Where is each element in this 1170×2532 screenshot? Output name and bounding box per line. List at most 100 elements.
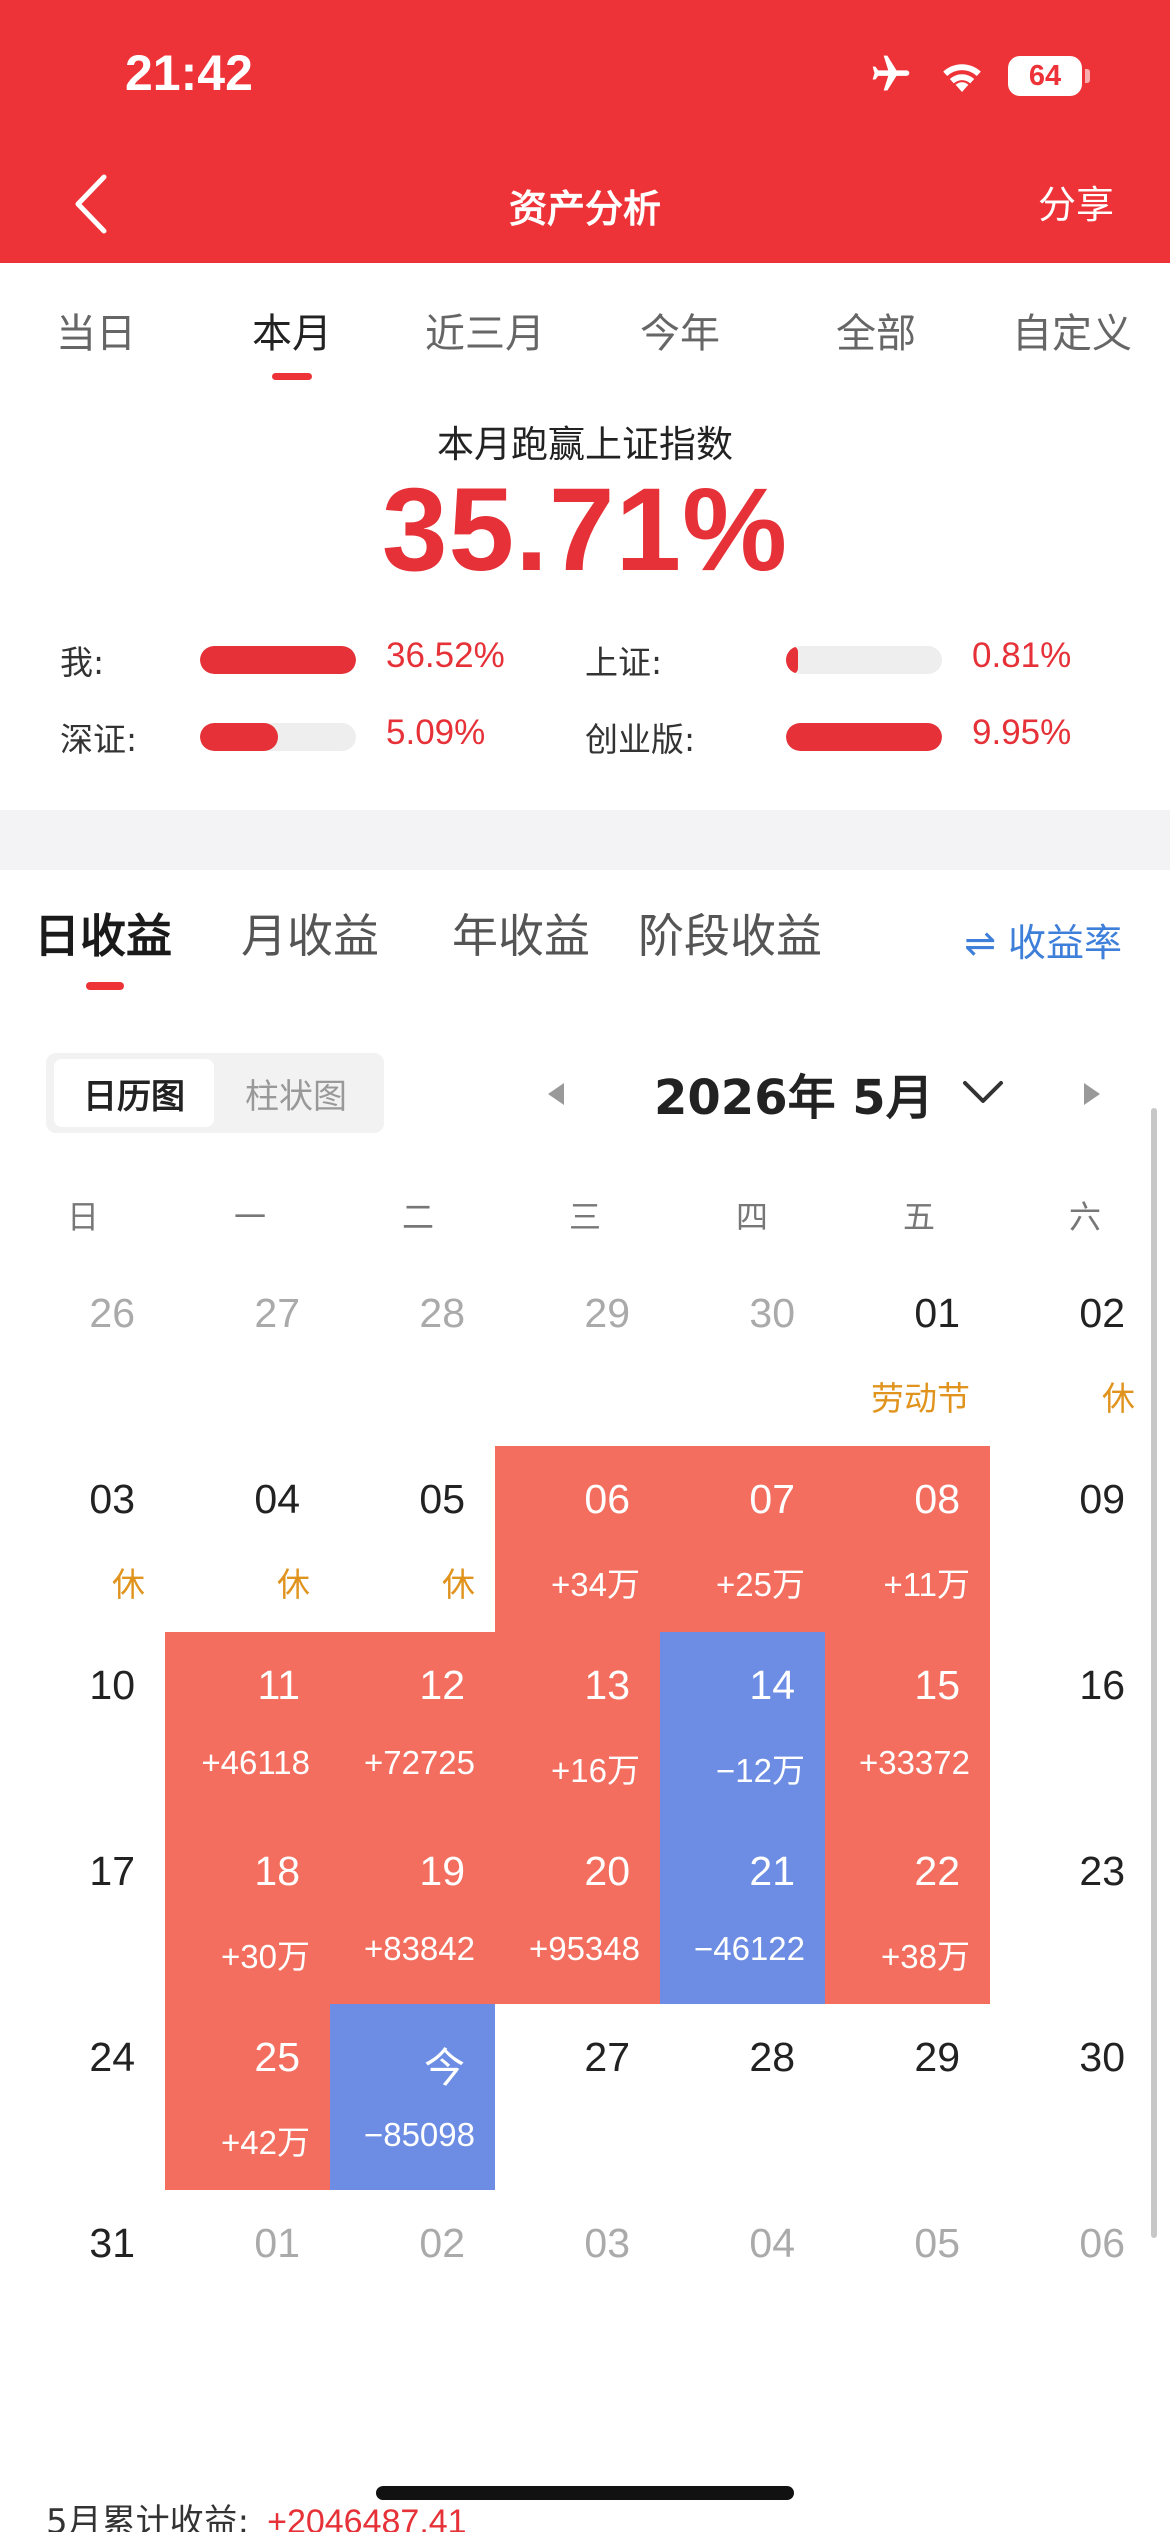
comparison-bar-me — [200, 646, 356, 674]
tab-all[interactable]: 全部 — [836, 301, 916, 359]
calendar-day-number: 14 — [749, 1662, 795, 1708]
calendar-day-cell[interactable]: 02 休 — [990, 1260, 1155, 1446]
calendar-view-button[interactable]: 日历图 — [54, 1059, 214, 1127]
calendar-day-number: 04 — [749, 2220, 795, 2266]
calendar-day-cell[interactable]: 30 — [990, 2004, 1155, 2190]
calendar-day-cell[interactable]: 27 — [165, 1260, 330, 1446]
calendar-day-profit: +30万 — [221, 1938, 310, 1975]
calendar-day-profit: +25万 — [716, 1566, 805, 1603]
home-indicator — [376, 2486, 794, 2500]
tab-today[interactable]: 当日 — [56, 301, 136, 359]
calendar-day-cell[interactable]: 26 — [0, 1260, 165, 1446]
calendar-day-cell[interactable]: 07 +25万 — [660, 1446, 825, 1632]
calendar-day-cell[interactable]: 11 +46118 — [165, 1632, 330, 1818]
back-button[interactable] — [60, 166, 120, 241]
calendar-holiday-label: 休 — [112, 1566, 145, 1603]
battery-icon: 64 — [1008, 56, 1090, 96]
calendar-day-cell[interactable]: 今 −85098 — [330, 2004, 495, 2190]
calendar-day-number: 13 — [584, 1662, 630, 1708]
calendar-day-cell[interactable]: 27 — [495, 2004, 660, 2190]
comparison-value: 0.81% — [972, 636, 1072, 675]
comparison-value: 5.09% — [386, 713, 486, 752]
calendar-day-cell[interactable]: 28 — [330, 1260, 495, 1446]
calendar-day-number: 03 — [89, 1476, 135, 1522]
calendar-day-cell[interactable]: 22 +38万 — [825, 1818, 990, 2004]
calendar-day-cell[interactable]: 28 — [660, 2004, 825, 2190]
profit-tab-indicator — [86, 982, 124, 990]
calendar-day-cell[interactable]: 09 — [990, 1446, 1155, 1632]
tab-this-year[interactable]: 今年 — [640, 301, 720, 359]
calendar-day-cell[interactable]: 23 — [990, 1818, 1155, 2004]
tab-daily-profit[interactable]: 日收益 — [34, 900, 172, 966]
share-button[interactable]: 分享 — [1038, 174, 1114, 229]
calendar-day-cell[interactable]: 29 — [825, 2004, 990, 2190]
calendar-day-cell[interactable]: 05 休 — [330, 1446, 495, 1632]
calendar-day-number: 31 — [89, 2220, 135, 2266]
calendar-day-cell[interactable]: 13 +16万 — [495, 1632, 660, 1818]
calendar-day-number: 02 — [419, 2220, 465, 2266]
comparison-label: 深证: — [60, 720, 138, 759]
yield-rate-link[interactable]: ⇌ 收益率 — [964, 912, 1122, 967]
calendar-day-cell[interactable]: 02 — [330, 2190, 495, 2376]
previous-month-button[interactable] — [536, 1074, 576, 1114]
calendar-day-cell[interactable]: 16 — [990, 1632, 1155, 1818]
calendar-day-cell[interactable]: 14 −12万 — [660, 1632, 825, 1818]
scrollbar[interactable] — [1151, 1108, 1157, 2238]
comparison-fill — [200, 646, 356, 674]
calendar-day-number: 01 — [254, 2220, 300, 2266]
tab-yearly-profit[interactable]: 年收益 — [452, 900, 590, 966]
status-icons: 64 — [866, 52, 1090, 100]
calendar-day-cell[interactable]: 01 劳动节 — [825, 1260, 990, 1446]
calendar-day-cell[interactable]: 30 — [660, 1260, 825, 1446]
calendar-day-cell[interactable]: 03 — [495, 2190, 660, 2376]
calendar-day-profit: +83842 — [363, 1930, 475, 1967]
tab-custom[interactable]: 自定义 — [1012, 301, 1132, 359]
calendar-day-number: 05 — [914, 2220, 960, 2266]
calendar-day-cell[interactable]: 31 — [0, 2190, 165, 2376]
calendar-day-number: 09 — [1079, 1476, 1125, 1522]
calendar-day-number: 15 — [914, 1662, 960, 1708]
comparison-sse: 上证: — [585, 635, 662, 685]
calendar-day-cell[interactable]: 12 +72725 — [330, 1632, 495, 1818]
calendar-holiday-label: 休 — [1102, 1380, 1135, 1417]
comparison-value: 9.95% — [972, 713, 1072, 752]
calendar-day-cell[interactable]: 24 — [0, 2004, 165, 2190]
calendar-day-cell[interactable]: 10 — [0, 1632, 165, 1818]
calendar-day-number: 10 — [89, 1662, 135, 1708]
calendar-holiday-label: 劳动节 — [871, 1380, 970, 1417]
calendar-day-number: 29 — [914, 2034, 960, 2080]
comparison-szse: 深证: — [60, 712, 137, 762]
calendar-day-cell[interactable]: 20 +95348 — [495, 1818, 660, 2004]
chevron-left-icon — [75, 174, 107, 233]
weekday-label: 三 — [568, 1198, 602, 1236]
comparison-fill — [200, 723, 278, 751]
comparison-bar-chinext — [786, 723, 942, 751]
calendar-day-number: 28 — [419, 1290, 465, 1336]
bar-view-button[interactable]: 柱状图 — [216, 1059, 376, 1127]
calendar-day-cell[interactable]: 06 — [990, 2190, 1155, 2376]
page-title: 资产分析 — [508, 187, 661, 231]
next-month-button[interactable] — [1072, 1074, 1112, 1114]
month-picker-button[interactable] — [958, 1070, 1008, 1114]
tab-monthly-profit[interactable]: 月收益 — [241, 900, 379, 966]
calendar-day-cell[interactable]: 04 — [660, 2190, 825, 2376]
period-tabs: 当日 本月 近三月 今年 全部 自定义 — [0, 263, 1170, 383]
calendar-day-cell[interactable]: 04 休 — [165, 1446, 330, 1632]
tab-this-month[interactable]: 本月 — [252, 301, 332, 359]
calendar-day-cell[interactable]: 29 — [495, 1260, 660, 1446]
calendar-day-cell[interactable]: 25 +42万 — [165, 2004, 330, 2190]
tab-period-profit[interactable]: 阶段收益 — [638, 900, 822, 966]
calendar-day-cell[interactable]: 21 −46122 — [660, 1818, 825, 2004]
calendar-day-cell[interactable]: 05 — [825, 2190, 990, 2376]
calendar-day-cell[interactable]: 08 +11万 — [825, 1446, 990, 1632]
calendar-day-cell[interactable]: 03 休 — [0, 1446, 165, 1632]
calendar-day-profit: −85098 — [363, 2116, 475, 2153]
calendar-day-cell[interactable]: 19 +83842 — [330, 1818, 495, 2004]
calendar-day-cell[interactable]: 01 — [165, 2190, 330, 2376]
calendar-day-cell[interactable]: 17 — [0, 1818, 165, 2004]
tab-three-months[interactable]: 近三月 — [425, 301, 545, 359]
calendar-day-cell[interactable]: 06 +34万 — [495, 1446, 660, 1632]
calendar-day-cell[interactable]: 18 +30万 — [165, 1818, 330, 2004]
calendar-day-cell[interactable]: 15 +33372 — [825, 1632, 990, 1818]
comparison-label: 上证: — [585, 643, 663, 682]
